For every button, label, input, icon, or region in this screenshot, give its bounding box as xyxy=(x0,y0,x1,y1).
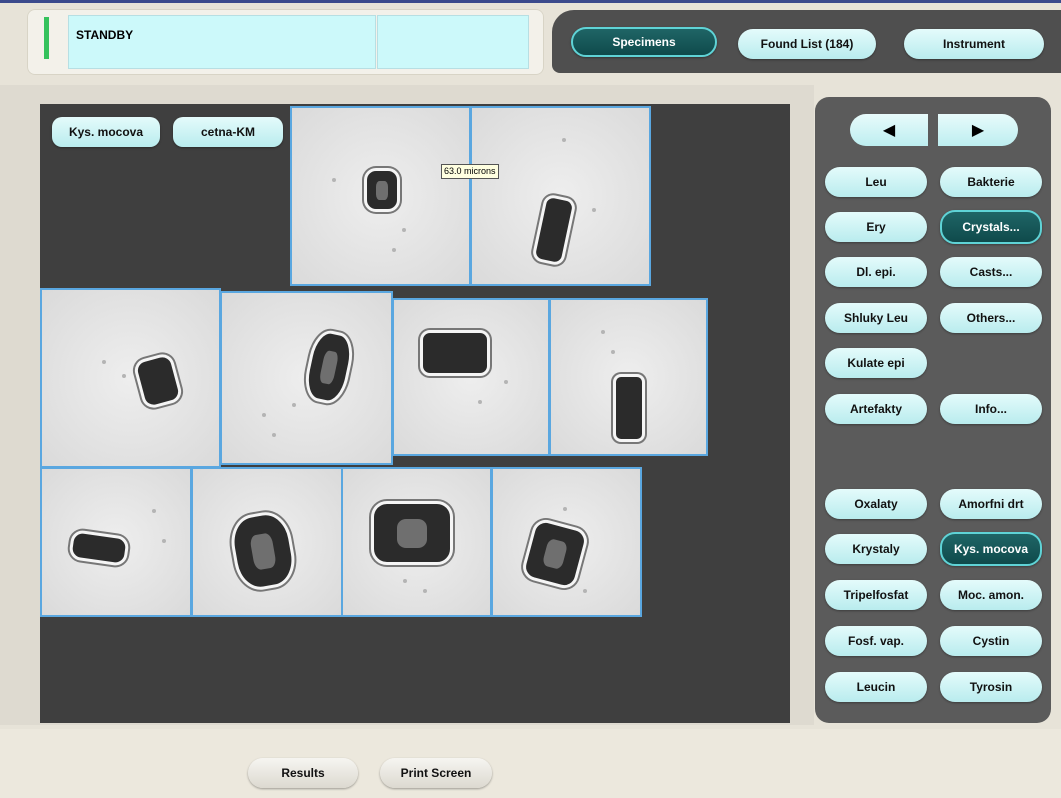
crystal-shape xyxy=(420,330,490,376)
bakterie-button[interactable]: Bakterie xyxy=(940,167,1042,197)
triangle-right-icon: ▶ xyxy=(971,122,985,139)
ery-button[interactable]: Ery xyxy=(825,212,927,242)
crystal-shape xyxy=(519,516,591,592)
kys-mocova-button[interactable]: Kys. mocova xyxy=(940,532,1042,566)
previous-button[interactable]: ◀ xyxy=(850,114,928,146)
status-indicator xyxy=(44,17,49,59)
specimen-image[interactable] xyxy=(470,106,651,286)
kulate-epi-button[interactable]: Kulate epi xyxy=(825,348,927,378)
print-screen-button[interactable]: Print Screen xyxy=(380,758,492,788)
specimen-image[interactable] xyxy=(40,288,221,468)
specimen-image[interactable] xyxy=(220,291,393,465)
oxalaty-button[interactable]: Oxalaty xyxy=(825,489,927,519)
moc-amon-button[interactable]: Moc. amon. xyxy=(940,580,1042,610)
crystal-shape xyxy=(300,327,358,407)
dl-epi-button[interactable]: Dl. epi. xyxy=(825,257,927,287)
category-label[interactable]: Kys. mocova xyxy=(52,117,160,147)
next-button[interactable]: ▶ xyxy=(938,114,1018,146)
shluky-leu-button[interactable]: Shluky Leu xyxy=(825,303,927,333)
leu-button[interactable]: Leu xyxy=(825,167,927,197)
crystal-shape xyxy=(364,168,400,212)
fosf-vap-button[interactable]: Fosf. vap. xyxy=(825,626,927,656)
specimen-image[interactable] xyxy=(290,106,471,286)
tripelfosfat-button[interactable]: Tripelfosfat xyxy=(825,580,927,610)
artefakty-button[interactable]: Artefakty xyxy=(825,394,927,424)
amorfni-drt-button[interactable]: Amorfni drt xyxy=(940,489,1042,519)
specimen-image[interactable] xyxy=(491,467,642,617)
instrument-tab[interactable]: Instrument xyxy=(904,29,1044,59)
specimen-image[interactable] xyxy=(341,467,492,617)
crystal-shape xyxy=(132,351,184,411)
measurement-label: 63.0 microns xyxy=(441,164,499,179)
crystal-shape xyxy=(613,374,645,442)
specimen-image[interactable] xyxy=(392,298,550,456)
others-button[interactable]: Others... xyxy=(940,303,1042,333)
status-display-secondary xyxy=(377,15,529,69)
triangle-left-icon: ◀ xyxy=(882,122,896,139)
tyrosin-button[interactable]: Tyrosin xyxy=(940,672,1042,702)
top-border xyxy=(0,0,1061,3)
subcategory-label[interactable]: cetna-KM xyxy=(173,117,283,147)
specimen-image[interactable] xyxy=(40,467,192,617)
status-text: STANDBY xyxy=(76,28,134,42)
specimen-image[interactable] xyxy=(549,298,708,456)
status-display xyxy=(68,15,376,69)
nav-panel: Specimens Found List (184) Instrument xyxy=(552,10,1061,73)
krystaly-button[interactable]: Krystaly xyxy=(825,534,927,564)
casts-button[interactable]: Casts... xyxy=(940,257,1042,287)
leucin-button[interactable]: Leucin xyxy=(825,672,927,702)
results-button[interactable]: Results xyxy=(248,758,358,788)
crystal-shape xyxy=(68,529,130,567)
crystal-shape xyxy=(531,193,577,267)
cystin-button[interactable]: Cystin xyxy=(940,626,1042,656)
info-button[interactable]: Info... xyxy=(940,394,1042,424)
classification-panel: ◀ ▶ Leu Bakterie Ery Crystals... Dl. epi… xyxy=(815,97,1051,723)
specimen-image[interactable] xyxy=(191,467,343,617)
bottom-bar: Results Print Screen xyxy=(0,729,1061,798)
crystals-button[interactable]: Crystals... xyxy=(940,210,1042,244)
found-list-tab[interactable]: Found List (184) xyxy=(738,29,876,59)
crystal-shape xyxy=(371,501,453,565)
crystal-shape xyxy=(226,508,300,594)
specimens-tab[interactable]: Specimens xyxy=(571,27,717,57)
